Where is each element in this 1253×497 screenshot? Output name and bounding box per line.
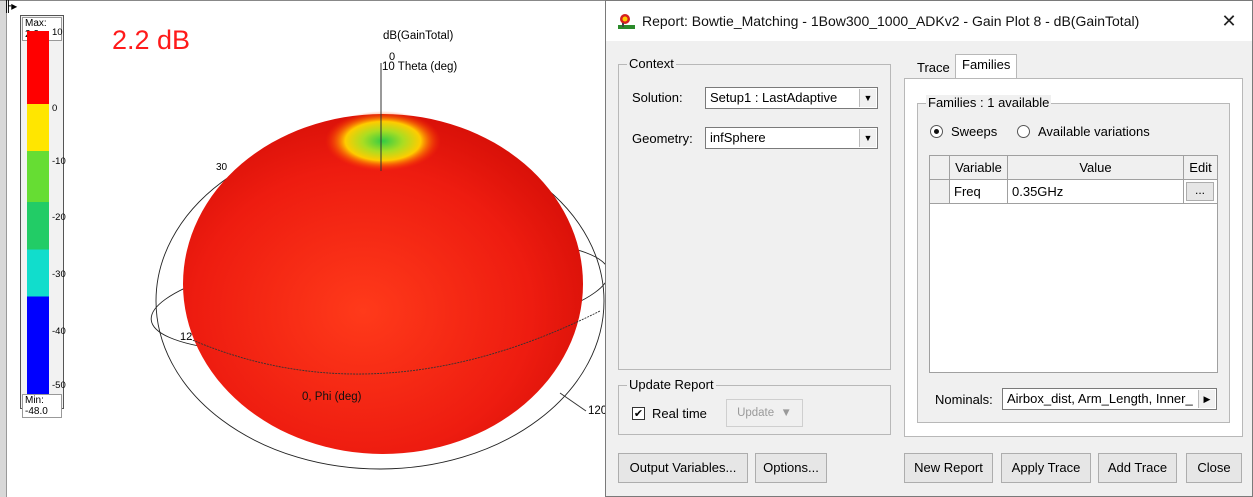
output-variables-button[interactable]: Output Variables... xyxy=(618,453,748,483)
variations-radio[interactable] xyxy=(1017,125,1030,138)
row-header-corner xyxy=(929,155,950,180)
legend-tick: -50 xyxy=(52,380,66,391)
variables-table: Variable Value Edit Freq 0.35GHz ... xyxy=(929,155,1218,204)
tab-trace[interactable]: Trace xyxy=(911,58,956,80)
apply-trace-button[interactable]: Apply Trace xyxy=(1001,453,1091,483)
close-icon[interactable]: ✕ xyxy=(1218,10,1240,32)
column-header-value[interactable]: Value xyxy=(1007,155,1184,180)
realtime-checkbox[interactable]: ✔ xyxy=(632,407,645,420)
report-app-icon xyxy=(618,14,635,29)
gain-null xyxy=(325,111,441,171)
update-report-label: Update Report xyxy=(627,377,716,392)
update-button[interactable]: Update ▼ xyxy=(726,399,803,427)
sweeps-label: Sweeps xyxy=(951,124,998,139)
value-cell[interactable]: 0.35GHz xyxy=(1007,179,1184,204)
geometry-value: infSphere xyxy=(710,130,766,145)
close-button[interactable]: Close xyxy=(1186,453,1242,483)
legend-tick: -30 xyxy=(52,269,66,280)
theta-inner-label: 10 xyxy=(382,61,395,73)
phi-tick-label: 12 xyxy=(180,331,193,343)
table-row[interactable]: Freq 0.35GHz ... xyxy=(929,179,1218,204)
variable-cell[interactable]: Freq xyxy=(949,179,1008,204)
families-group-label: Families : 1 available xyxy=(926,95,1052,110)
legend-tick: -40 xyxy=(52,326,66,337)
report-dialog: Report: Bowtie_Matching - 1Bow300_1000_A… xyxy=(605,0,1253,497)
x-axis xyxy=(559,392,587,412)
radiation-plot-view[interactable]: ╟▸ Max: 2.2 10 0 xyxy=(0,0,607,497)
solution-value: Setup1 : LastAdaptive xyxy=(710,90,838,105)
solution-label: Solution: xyxy=(632,90,683,105)
sweeps-radio[interactable] xyxy=(930,125,943,138)
geometry-label: Geometry: xyxy=(632,131,693,146)
max-gain-readout: 2.2 dB xyxy=(112,25,191,55)
legend-tick: -10 xyxy=(52,156,66,167)
title-bar[interactable]: Report: Bowtie_Matching - 1Bow300_1000_A… xyxy=(606,1,1252,41)
legend-colorbar xyxy=(27,31,49,395)
add-trace-button[interactable]: Add Trace xyxy=(1098,453,1177,483)
plot-title: dB(GainTotal) xyxy=(383,30,454,42)
nominals-label: Nominals: xyxy=(935,392,993,407)
color-legend: Max: 2.2 10 0 -10 -20 -30 -40 -50 Min: -… xyxy=(20,15,66,418)
edit-cell: ... xyxy=(1183,179,1218,204)
tab-families[interactable]: Families xyxy=(955,54,1018,79)
solution-select[interactable]: Setup1 : LastAdaptive ▼ xyxy=(705,87,878,109)
legend-tick: 0 xyxy=(52,103,58,114)
nominals-select[interactable]: Airbox_dist, Arm_Length, Inner_ ▶ xyxy=(1002,388,1217,410)
theta-axis-text: Theta (deg) xyxy=(397,61,458,73)
options-button[interactable]: Options... xyxy=(755,453,827,483)
theta-axis-label: 10 Theta (deg) xyxy=(382,61,457,73)
geometry-select[interactable]: infSphere ▼ xyxy=(705,127,878,149)
realtime-label: Real time xyxy=(652,406,707,421)
new-report-button[interactable]: New Report xyxy=(904,453,993,483)
context-group: Context xyxy=(618,56,891,370)
table-header-row: Variable Value Edit xyxy=(929,155,1218,180)
chevron-down-icon[interactable]: ▼ xyxy=(859,129,876,147)
update-button-label: Update xyxy=(737,407,775,419)
legend-tick: -20 xyxy=(52,212,66,223)
chevron-down-icon[interactable]: ▼ xyxy=(859,89,876,107)
theta-tick-label: 30 xyxy=(216,162,228,173)
row-selector[interactable] xyxy=(929,179,950,204)
nominals-value: Airbox_dist, Arm_Length, Inner_ xyxy=(1007,391,1193,406)
context-group-label: Context xyxy=(627,56,676,71)
phi-axis-label: 0, Phi (deg) xyxy=(302,391,362,403)
dialog-title: Report: Bowtie_Matching - 1Bow300_1000_A… xyxy=(642,13,1140,29)
legend-min: Min: -48.0 xyxy=(22,394,62,418)
radiation-pattern-graphic xyxy=(150,63,605,470)
variations-label: Available variations xyxy=(1038,124,1150,139)
chevron-right-icon[interactable]: ▶ xyxy=(1198,390,1215,408)
column-header-variable[interactable]: Variable xyxy=(949,155,1008,180)
edit-ellipsis-button[interactable]: ... xyxy=(1186,182,1214,201)
legend-tick: 10 xyxy=(52,27,63,38)
column-header-edit[interactable]: Edit xyxy=(1183,155,1218,180)
